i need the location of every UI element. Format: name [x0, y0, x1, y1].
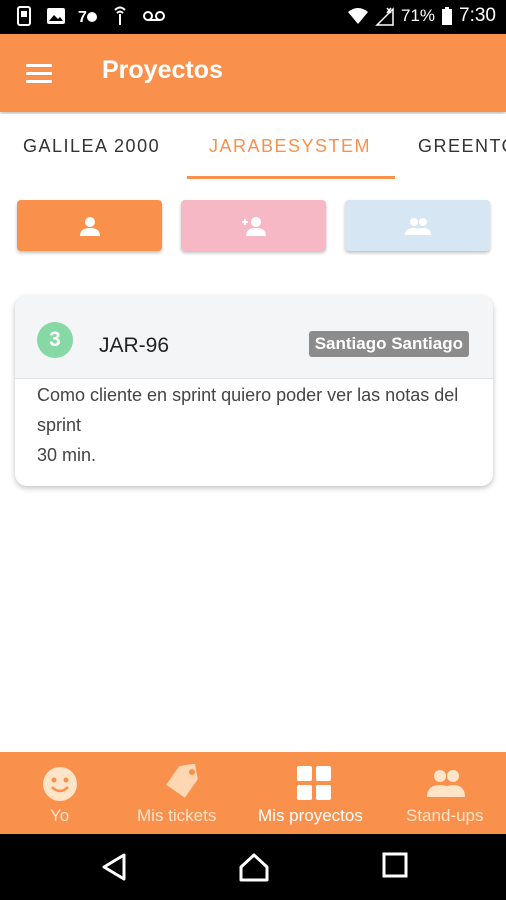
antenna-icon	[114, 6, 126, 25]
page-title: Proyectos	[102, 56, 223, 84]
ticket-time-estimate: 30 min.	[37, 445, 97, 465]
tab-galilea-2000[interactable]: GALILEA 2000	[23, 136, 160, 157]
story-points-badge: 3	[37, 322, 73, 358]
ticket-card-body: Como cliente en sprint quiero poder ver …	[37, 380, 477, 470]
filter-team-button[interactable]	[345, 200, 490, 251]
home-icon[interactable]	[238, 852, 270, 882]
grid-icon	[297, 766, 331, 800]
nav-mis-proyectos-label: Mis proyectos	[258, 806, 363, 825]
nav-mis-tickets-label: Mis tickets	[137, 806, 217, 825]
project-tabs: GALILEA 2000 JARABESYSTEM GREENTO	[0, 114, 506, 180]
voicemail-icon	[143, 11, 165, 21]
status-bar: 7 71% 7:30	[0, 0, 506, 34]
system-navigation-bar	[0, 834, 506, 900]
people-icon	[404, 217, 431, 235]
back-icon[interactable]	[100, 852, 128, 882]
tag-icon	[166, 764, 198, 798]
app-bar: Proyectos	[0, 34, 506, 112]
people-icon	[427, 770, 465, 797]
svg-text:7: 7	[78, 9, 87, 26]
battery-icon	[442, 7, 453, 25]
assignee-badge: Santiago Santiago	[308, 331, 469, 357]
smiley-icon	[43, 767, 77, 801]
nav-yo[interactable]: Yo	[0, 752, 120, 834]
menu-icon[interactable]	[26, 62, 54, 84]
ticket-id: JAR-96	[99, 334, 170, 357]
active-tab-indicator	[187, 176, 395, 179]
image-icon	[47, 8, 65, 24]
filter-bar	[0, 200, 506, 252]
battery-percent: 71%	[400, 6, 436, 25]
nav-stand-ups-label: Stand-ups	[406, 806, 484, 825]
nav-mis-tickets[interactable]: Mis tickets	[120, 752, 240, 834]
filter-assign-button[interactable]	[181, 200, 326, 251]
nav-mis-proyectos[interactable]: Mis proyectos	[250, 752, 380, 834]
tab-greento[interactable]: GREENTO	[418, 136, 506, 157]
clock: 7:30	[459, 5, 496, 26]
nav-stand-ups[interactable]: Stand-ups	[386, 752, 506, 834]
ticket-description: Como cliente en sprint quiero poder ver …	[37, 385, 459, 435]
bottom-navigation: Yo Mis tickets Mis proyectos Stand-ups	[0, 752, 506, 834]
person-add-icon	[241, 216, 266, 236]
sim-icon	[17, 6, 31, 26]
filter-my-tickets-button[interactable]	[17, 200, 162, 251]
ticket-card[interactable]: 3 JAR-96 Santiago Santiago Como cliente …	[15, 296, 493, 486]
ticket-card-header: 3 JAR-96 Santiago Santiago	[15, 296, 493, 379]
signal-icon	[375, 7, 394, 26]
tab-jarabesystem[interactable]: JARABESYSTEM	[209, 136, 371, 157]
nav-yo-label: Yo	[50, 806, 70, 825]
wifi-icon	[347, 8, 368, 24]
person-icon	[79, 216, 100, 236]
app-notification-icon: 7	[78, 9, 97, 26]
recents-icon[interactable]	[382, 852, 408, 878]
